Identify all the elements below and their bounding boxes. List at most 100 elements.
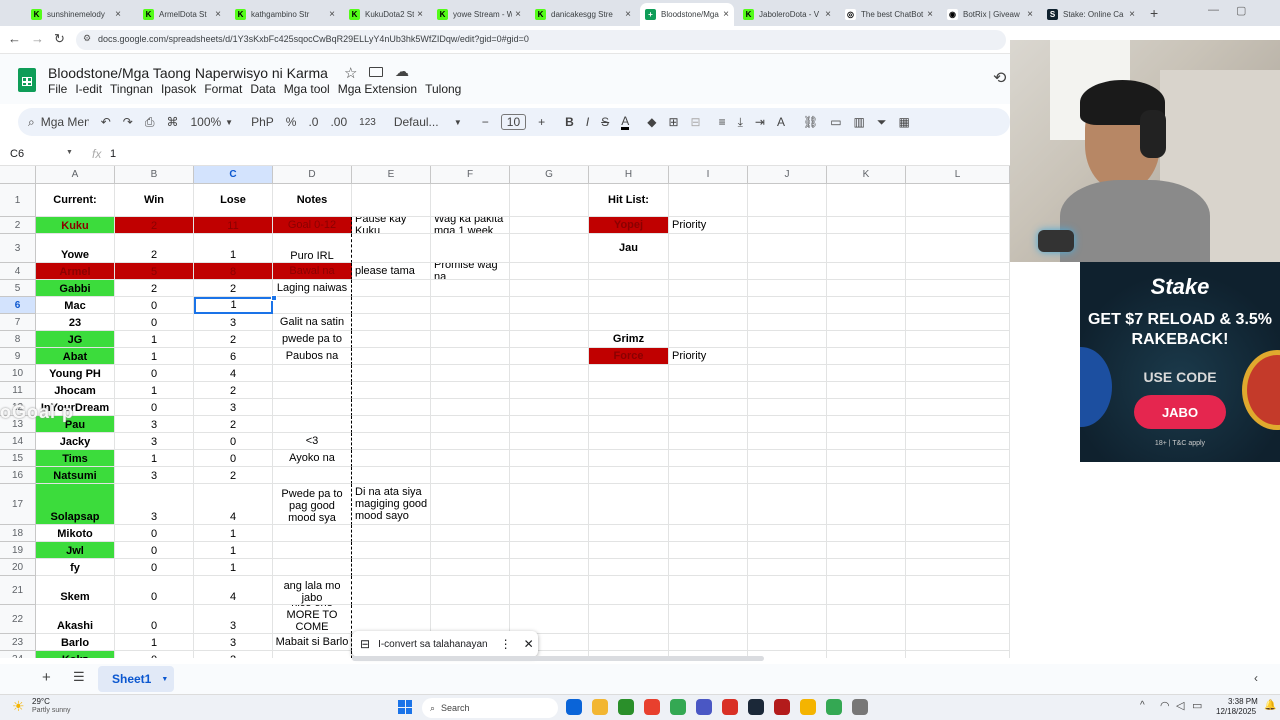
cell[interactable]: [748, 450, 827, 467]
convert-to-table-chip[interactable]: ⊟ I-convert sa talahanayan ⋮ ✕: [352, 631, 538, 657]
cell[interactable]: [669, 331, 748, 348]
cell[interactable]: 1: [194, 559, 273, 576]
cell[interactable]: [669, 399, 748, 416]
cell[interactable]: [748, 467, 827, 484]
close-tab-icon[interactable]: ×: [329, 9, 335, 20]
decrease-font-size-icon[interactable]: −: [482, 115, 489, 129]
copilot-icon[interactable]: [566, 699, 582, 715]
cell[interactable]: [352, 416, 431, 433]
cell[interactable]: Jhocam: [36, 382, 115, 399]
cell[interactable]: 3: [115, 484, 194, 525]
cell[interactable]: [669, 297, 748, 314]
cell[interactable]: [748, 542, 827, 559]
cell[interactable]: [827, 542, 906, 559]
version-history-icon[interactable]: ⟲: [993, 68, 1006, 88]
cell[interactable]: [669, 634, 748, 651]
cell[interactable]: [748, 399, 827, 416]
cell[interactable]: [906, 450, 1010, 467]
row-header[interactable]: 20: [0, 559, 36, 576]
cell[interactable]: [273, 467, 352, 484]
font-select[interactable]: Defaul...: [394, 115, 450, 129]
cell[interactable]: [431, 542, 510, 559]
cell[interactable]: [669, 559, 748, 576]
cell[interactable]: Ayoko na: [273, 450, 352, 467]
battery-icon[interactable]: ▭: [1192, 699, 1202, 712]
cell[interactable]: Tims: [36, 450, 115, 467]
cell[interactable]: [748, 234, 827, 263]
cell[interactable]: [669, 542, 748, 559]
cell[interactable]: [827, 382, 906, 399]
column-title[interactable]: Lose: [194, 184, 273, 217]
cell[interactable]: [273, 416, 352, 433]
cell[interactable]: [748, 605, 827, 634]
cell[interactable]: Jwl: [36, 542, 115, 559]
column-header[interactable]: I: [669, 166, 748, 184]
cell[interactable]: [273, 399, 352, 416]
undo-icon[interactable]: ↶: [101, 115, 111, 129]
cell[interactable]: [352, 399, 431, 416]
cell[interactable]: [827, 559, 906, 576]
cell[interactable]: 0: [115, 365, 194, 382]
cell[interactable]: [748, 314, 827, 331]
menu-file[interactable]: File: [44, 82, 71, 96]
cell[interactable]: [431, 484, 510, 525]
column-title[interactable]: Win: [115, 184, 194, 217]
cell[interactable]: [273, 297, 352, 314]
cell[interactable]: [827, 484, 906, 525]
cell[interactable]: [906, 525, 1010, 542]
comment-icon[interactable]: ▭: [830, 115, 841, 129]
file-explorer-icon[interactable]: [592, 699, 608, 715]
add-sheet-icon[interactable]: +: [42, 669, 51, 686]
cell[interactable]: 1: [115, 450, 194, 467]
chrome-icon[interactable]: [670, 699, 686, 715]
fill-color-icon[interactable]: ◆: [647, 115, 656, 129]
cell[interactable]: 3: [194, 605, 273, 634]
wifi-icon[interactable]: ◠: [1160, 699, 1170, 712]
browser-tab[interactable]: ◉ BotRix | Giveaw ×: [942, 3, 1038, 26]
browser-tab[interactable]: Ksunshinemelody ×: [26, 3, 126, 26]
cell[interactable]: [669, 433, 748, 450]
cell[interactable]: Awat na/ please tama na: [352, 263, 431, 280]
fill-handle[interactable]: [271, 295, 277, 301]
row-header[interactable]: 21: [0, 576, 36, 605]
cell[interactable]: [906, 467, 1010, 484]
menu-i-edit[interactable]: I-edit: [71, 82, 106, 96]
cell[interactable]: Paubos na: [273, 348, 352, 365]
name-box[interactable]: C6: [10, 148, 24, 160]
cell[interactable]: 0: [115, 576, 194, 605]
cell[interactable]: [748, 559, 827, 576]
column-title[interactable]: [669, 184, 748, 217]
cell[interactable]: [352, 365, 431, 382]
cell[interactable]: Barlo: [36, 634, 115, 651]
close-tab-icon[interactable]: ×: [927, 9, 933, 20]
row-header[interactable]: 1: [0, 184, 36, 217]
cell[interactable]: [431, 467, 510, 484]
cell[interactable]: [827, 525, 906, 542]
cell[interactable]: [589, 297, 669, 314]
cell[interactable]: Goal 0-12: [273, 217, 352, 234]
italic-icon[interactable]: I: [586, 115, 589, 129]
cell[interactable]: 2: [194, 416, 273, 433]
close-tab-icon[interactable]: ×: [825, 9, 831, 20]
minimize-icon[interactable]: —: [1208, 4, 1219, 16]
cell[interactable]: Force: [589, 348, 669, 365]
sheet-tab-active[interactable]: Sheet1 ▼: [98, 666, 174, 692]
clock-time[interactable]: 3:38 PM: [1228, 697, 1258, 706]
cell[interactable]: [431, 314, 510, 331]
cell[interactable]: [510, 263, 589, 280]
strikethrough-icon[interactable]: S: [601, 115, 609, 129]
currency-format-button[interactable]: PhP: [251, 115, 274, 129]
cell[interactable]: Kokz: [36, 651, 115, 658]
cell[interactable]: 11: [194, 217, 273, 234]
text-wrap-icon[interactable]: ⇥: [755, 115, 765, 129]
red-app-icon[interactable]: [774, 699, 790, 715]
row-header[interactable]: 2: [0, 217, 36, 234]
cell[interactable]: [906, 234, 1010, 263]
cell[interactable]: [827, 576, 906, 605]
cell[interactable]: [669, 314, 748, 331]
increase-decimal-button[interactable]: .00: [330, 115, 347, 129]
merge-cells-icon[interactable]: ⊟: [691, 115, 701, 129]
cell[interactable]: [352, 450, 431, 467]
menu-format[interactable]: Format: [200, 82, 246, 96]
cell[interactable]: Mabait si Barlo: [273, 634, 352, 651]
